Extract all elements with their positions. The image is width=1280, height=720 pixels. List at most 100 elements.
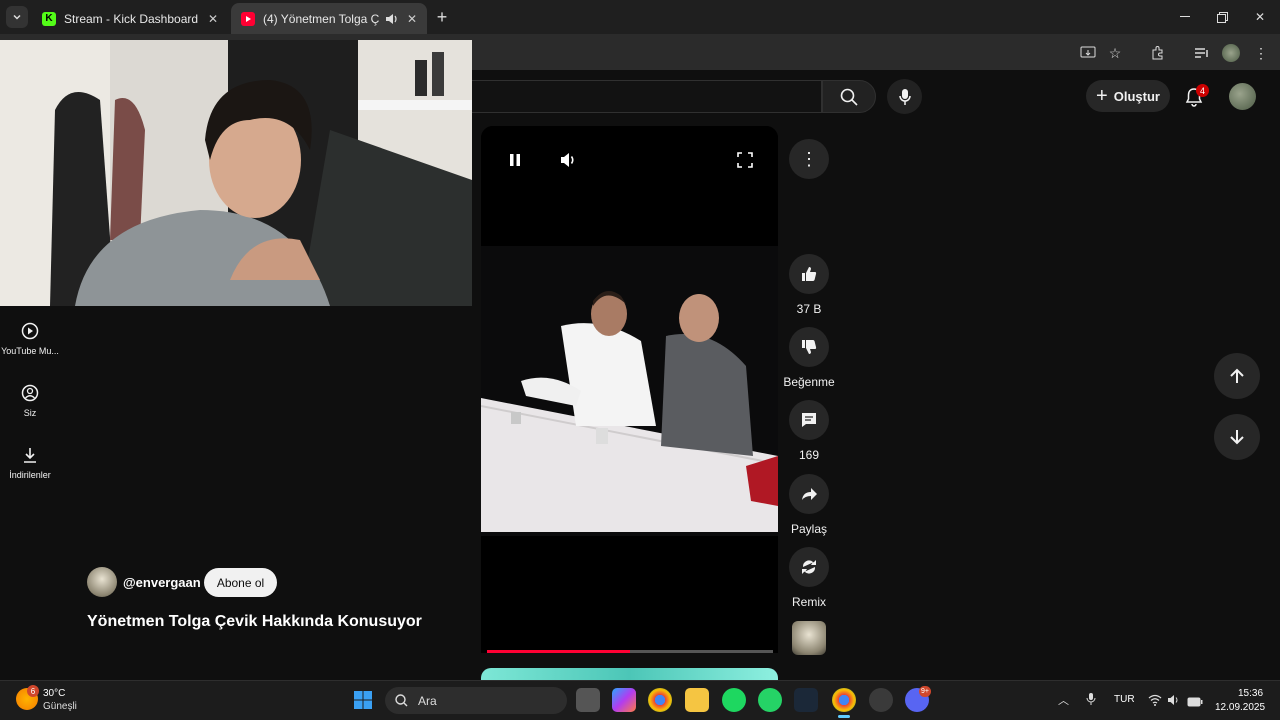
tab-title: (4) Yönetmen Tolga Çevik H	[263, 11, 379, 26]
profile-avatar[interactable]	[1229, 83, 1256, 110]
obs-icon[interactable]	[869, 688, 893, 712]
close-tab-icon[interactable]: ✕	[208, 12, 218, 26]
minimize-button[interactable]	[1170, 6, 1200, 28]
create-button[interactable]: + Oluştur	[1086, 80, 1170, 112]
show-hidden-icons[interactable]: ︿	[1058, 692, 1069, 708]
discord-badge: 9+	[919, 686, 931, 697]
close-window-button[interactable]: ✕	[1245, 6, 1275, 28]
share-label: Paylaş	[790, 522, 828, 536]
volume-tray-icon[interactable]	[1167, 693, 1181, 711]
download-icon	[24, 448, 36, 463]
close-icon: ✕	[1254, 10, 1266, 24]
plus-icon: +	[1096, 85, 1108, 107]
create-label: Oluştur	[1113, 88, 1160, 104]
arrow-up-icon	[1230, 368, 1244, 383]
chrome-active-icon[interactable]	[832, 688, 856, 712]
music-icon	[21, 322, 39, 340]
channel-avatar[interactable]	[87, 567, 117, 597]
search-input[interactable]	[472, 80, 822, 113]
remix-button[interactable]: Remix	[783, 547, 835, 609]
browser-profile-avatar[interactable]	[1220, 42, 1242, 64]
fullscreen-button[interactable]	[735, 150, 755, 170]
restore-icon	[1216, 11, 1228, 23]
taskbar-search-label: Ara	[418, 693, 437, 708]
previous-video-button[interactable]	[1214, 353, 1260, 399]
fullscreen-icon	[737, 152, 753, 168]
media-controls-icon[interactable]	[1191, 42, 1213, 64]
tab-youtube[interactable]: (4) Yönetmen Tolga Çevik H ✕	[231, 3, 427, 34]
close-tab-icon[interactable]: ✕	[407, 12, 417, 26]
restore-button[interactable]	[1207, 6, 1237, 28]
steam-icon[interactable]	[794, 688, 818, 712]
thumbs-down-icon	[802, 340, 817, 354]
weather-temperature[interactable]: 30°C	[43, 688, 65, 699]
tab-search-button[interactable]	[6, 6, 28, 28]
channel-handle[interactable]: @envergaan	[123, 575, 201, 590]
task-view-icon[interactable]	[576, 688, 600, 712]
subscribe-button[interactable]: Abone ol	[204, 568, 277, 597]
extensions-icon[interactable]	[1147, 42, 1169, 64]
sound-thumbnail[interactable]	[792, 621, 826, 655]
shorts-video-player[interactable]	[481, 126, 778, 653]
remix-label: Remix	[791, 595, 826, 609]
chrome-icon[interactable]	[648, 688, 672, 712]
comments-button[interactable]: 169	[783, 400, 835, 462]
install-app-icon[interactable]	[1077, 42, 1099, 64]
dislike-label: Beğenme	[783, 375, 835, 389]
whatsapp-icon[interactable]	[758, 688, 782, 712]
windows-logo-icon	[354, 691, 372, 709]
notification-count-badge: 4	[1196, 84, 1209, 97]
more-vertical-icon: ⋮	[800, 148, 818, 169]
more-options-button[interactable]: ⋮	[783, 139, 835, 179]
remix-icon	[802, 560, 816, 574]
bookmark-star-icon[interactable]: ☆	[1104, 42, 1126, 64]
arrow-down-icon	[1230, 430, 1244, 445]
share-icon	[802, 488, 817, 500]
like-button[interactable]: 37 B	[783, 254, 835, 316]
comment-count: 169	[798, 448, 820, 462]
comment-icon	[802, 413, 816, 427]
copilot-icon[interactable]	[612, 688, 636, 712]
browser-menu-icon[interactable]: ⋮	[1250, 42, 1272, 64]
start-button[interactable]	[351, 688, 375, 712]
pause-button[interactable]	[505, 150, 525, 170]
weather-badge: 6	[27, 685, 39, 697]
webcam-overlay	[0, 40, 472, 306]
active-app-indicator	[838, 715, 850, 718]
tab-kick-dashboard[interactable]: K Stream - Kick Dashboard ✕	[32, 3, 228, 34]
speaker-icon[interactable]	[385, 13, 399, 25]
minimize-icon	[1180, 16, 1190, 17]
battery-icon[interactable]	[1187, 694, 1203, 712]
webcam-feed-image	[0, 40, 472, 306]
video-frame-image	[481, 126, 778, 653]
youtube-logo-icon	[241, 11, 255, 26]
sidebar-item-downloads[interactable]: İndirilenler	[0, 446, 60, 480]
volume-button[interactable]	[558, 150, 578, 170]
sidebar-item-label: Siz	[23, 408, 37, 418]
spotify-icon[interactable]	[722, 688, 746, 712]
wifi-icon[interactable]	[1148, 693, 1162, 711]
microphone-icon	[898, 88, 911, 105]
microphone-status-icon[interactable]	[1086, 692, 1096, 711]
sidebar-item-youtube-music[interactable]: YouTube Mu...	[0, 322, 60, 356]
next-video-button[interactable]	[1214, 414, 1260, 460]
language-indicator[interactable]: TUR	[1114, 694, 1135, 705]
video-title[interactable]: Yönetmen Tolga Çevik Hakkında Konusuyor	[87, 613, 422, 631]
like-count: 37 B	[796, 302, 822, 316]
clock-date[interactable]: 12.09.2025	[1215, 702, 1265, 713]
voice-search-button[interactable]	[887, 79, 922, 114]
dislike-button[interactable]: Beğenme	[779, 327, 839, 389]
pause-icon	[510, 154, 520, 166]
clock-time[interactable]: 15:36	[1238, 688, 1263, 699]
sidebar-item-label: YouTube Mu...	[1, 346, 59, 356]
sidebar-item-you[interactable]: Siz	[0, 384, 60, 418]
share-button[interactable]: Paylaş	[783, 474, 835, 536]
new-tab-button[interactable]: +	[431, 6, 453, 28]
sidebar-item-label: İndirilenler	[9, 470, 51, 480]
weather-description[interactable]: Güneşli	[43, 701, 77, 712]
plus-icon: +	[436, 6, 448, 27]
chevron-down-icon	[13, 14, 21, 20]
search-button[interactable]	[822, 80, 876, 113]
taskbar-search[interactable]: Ara	[385, 687, 567, 714]
file-explorer-icon[interactable]	[685, 688, 709, 712]
